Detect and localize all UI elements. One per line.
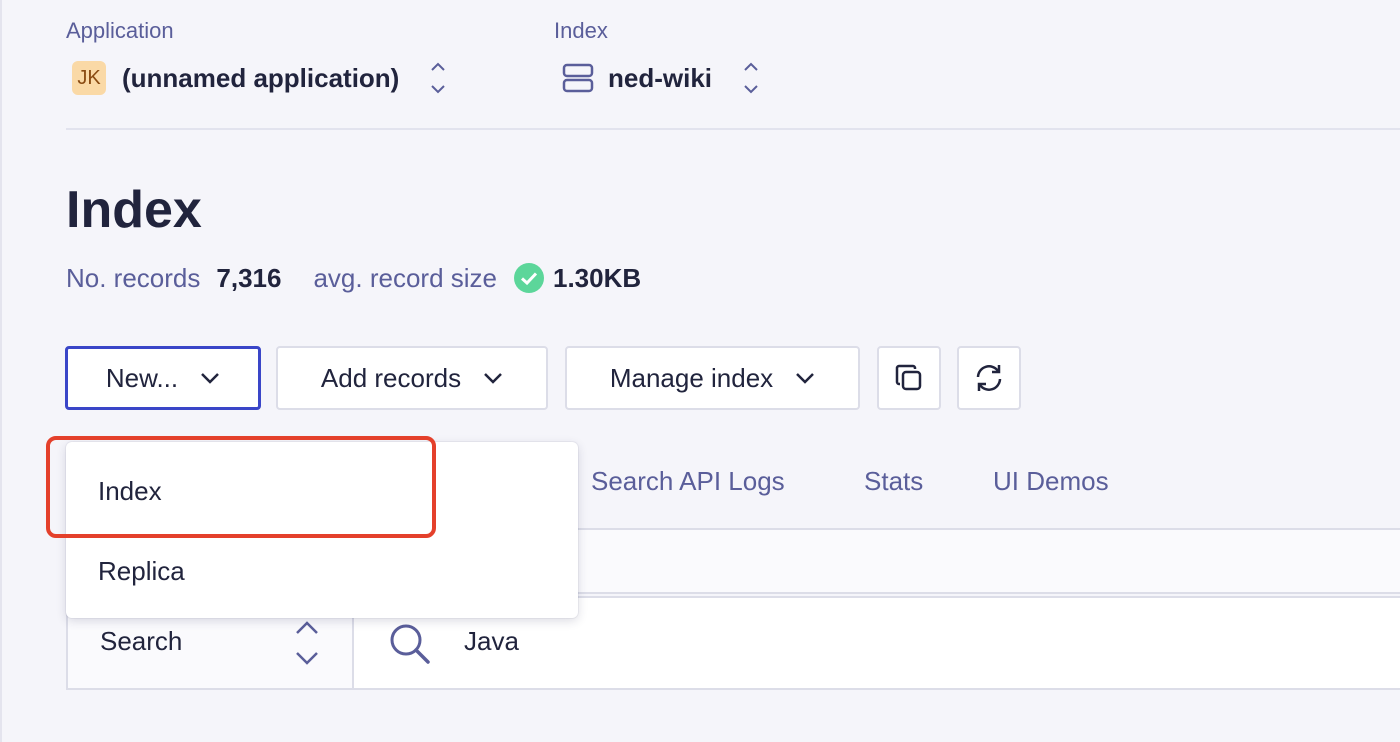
header-divider — [66, 128, 1400, 130]
chevron-up-down-icon — [294, 620, 320, 671]
application-label: Application — [66, 18, 174, 43]
index-name: ned-wiki — [608, 62, 713, 93]
tab-ui-demos[interactable]: UI Demos — [993, 466, 1109, 497]
chevron-up-down-icon — [429, 61, 447, 95]
search-icon — [388, 622, 432, 671]
index-label: Index — [554, 18, 608, 43]
copy-icon — [894, 363, 924, 393]
add-records-label: Add records — [320, 362, 462, 393]
new-button-label: New... — [105, 362, 179, 393]
tab-search-api-logs[interactable]: Search API Logs — [591, 466, 785, 497]
chevron-down-icon — [795, 372, 815, 384]
left-rail — [0, 0, 2, 742]
records-value: 7,316 — [216, 262, 282, 293]
new-button[interactable]: New... — [65, 346, 261, 410]
search-mode-label: Search — [100, 626, 183, 656]
check-circle-icon — [513, 262, 545, 294]
record-size-value: 1.30KB — [553, 262, 642, 293]
copy-button[interactable] — [877, 346, 941, 410]
page-title: Index — [66, 181, 202, 239]
index-stats: No. records 7,316 avg. record size 1.30K… — [66, 260, 641, 296]
chevron-down-icon — [200, 372, 220, 384]
refresh-icon — [973, 362, 1005, 394]
manage-index-label: Manage index — [609, 362, 774, 393]
tab-subpanel — [560, 530, 1400, 594]
record-size-label: avg. record size — [313, 262, 497, 293]
index-selector[interactable]: ned-wiki — [562, 60, 760, 96]
add-records-button[interactable]: Add records — [276, 346, 548, 410]
application-selector[interactable]: JK (unnamed application) — [72, 60, 447, 96]
application-avatar: JK — [72, 61, 106, 95]
manage-index-button[interactable]: Manage index — [565, 346, 860, 410]
application-name: (unnamed application) — [122, 62, 400, 93]
menu-item-replica[interactable]: Replica — [98, 556, 185, 587]
highlight-annotation — [46, 436, 436, 538]
records-label: No. records — [66, 262, 201, 293]
chevron-down-icon — [483, 372, 503, 384]
chevron-up-down-icon — [742, 61, 760, 95]
tab-stats[interactable]: Stats — [864, 466, 923, 497]
search-input[interactable]: Java — [464, 626, 519, 657]
database-icon — [562, 63, 594, 93]
refresh-button[interactable] — [957, 346, 1021, 410]
